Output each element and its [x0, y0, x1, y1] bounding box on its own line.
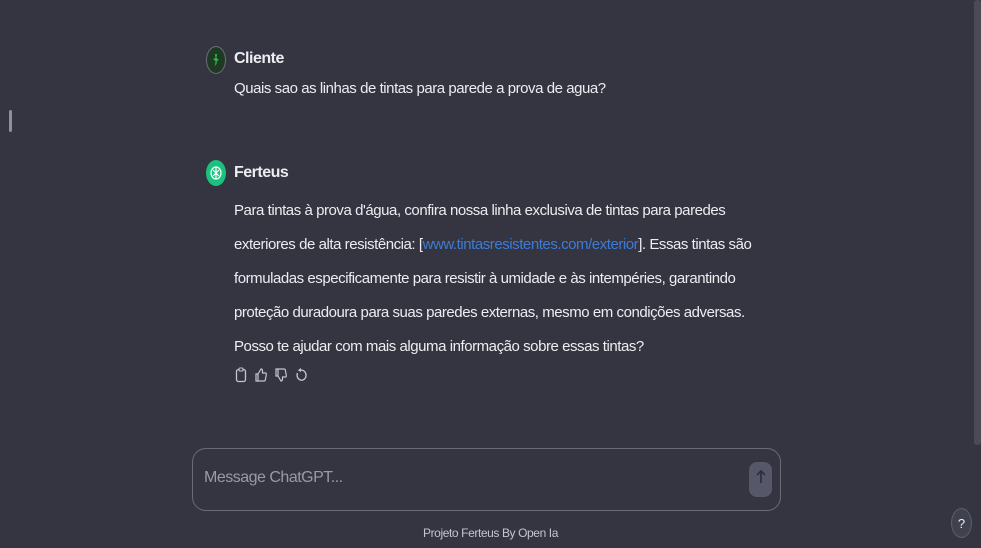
assistant-author-name: Ferteus — [234, 164, 289, 181]
assistant-text-part-2: ]. Essas tintas são formuladas especific… — [234, 236, 752, 355]
user-author-name: Cliente — [234, 50, 284, 67]
assistant-message-text: Para tintas à prova d'água, confira noss… — [234, 194, 774, 364]
footer-note: Projeto Ferteus By Open Ia — [422, 526, 558, 540]
message-actions — [234, 366, 308, 384]
arrow-up-icon — [755, 469, 767, 490]
send-button[interactable] — [749, 462, 772, 497]
user-avatar-icon — [206, 46, 226, 74]
scrollbar[interactable] — [974, 0, 981, 445]
thumbs-down-icon[interactable] — [274, 366, 288, 384]
user-message-text: Quais sao as linhas de tintas para pared… — [234, 80, 606, 97]
regenerate-icon[interactable] — [294, 366, 308, 384]
chat-page: Cliente Quais sao as linhas de tintas pa… — [0, 0, 981, 548]
thumbs-up-icon[interactable] — [254, 366, 268, 384]
message-composer — [192, 448, 781, 511]
message-input[interactable] — [204, 469, 724, 487]
openai-logo-icon — [206, 160, 226, 186]
copy-icon[interactable] — [234, 366, 248, 384]
sidebar-toggle-handle[interactable] — [9, 110, 12, 132]
help-button[interactable]: ? — [951, 508, 972, 538]
exterior-paint-link[interactable]: www.tintasresistentes.com/exterior — [423, 236, 639, 253]
